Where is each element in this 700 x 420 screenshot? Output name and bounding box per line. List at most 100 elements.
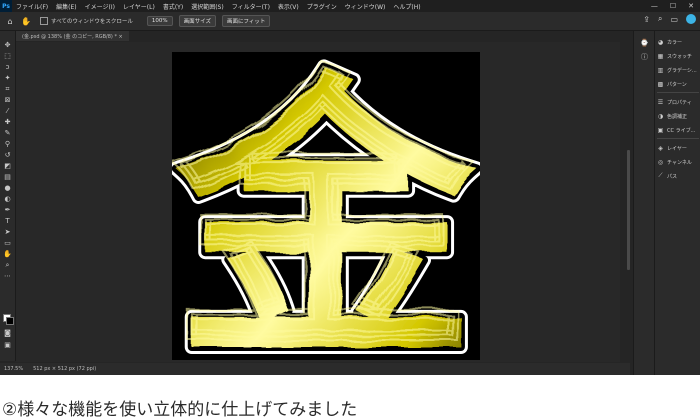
pen-tool-icon[interactable]: ✒ xyxy=(3,206,12,215)
status-bar: 137.5% 512 px × 512 px (72 ppi) xyxy=(0,363,630,375)
menu-plugins[interactable]: プラグイン xyxy=(303,2,341,11)
menu-view[interactable]: 表示(V) xyxy=(274,2,303,11)
panel-swatches[interactable]: ▦ スウォッチ xyxy=(657,51,692,61)
scroll-all-checkbox[interactable] xyxy=(40,17,48,25)
libraries-icon: ▣ xyxy=(657,126,664,134)
gradient-tool-icon[interactable]: ▤ xyxy=(3,173,12,182)
menu-select[interactable]: 選択範囲(S) xyxy=(187,2,228,11)
magic-wand-tool-icon[interactable]: ✦ xyxy=(3,74,12,83)
panel-label: CC ライブ... xyxy=(667,127,696,134)
shape-tool-icon[interactable]: ▭ xyxy=(3,239,12,248)
panels-dock: ◕ カラー ▦ スウォッチ ▥ グラデーシ... ▩ パターン ☰ プロパティ … xyxy=(654,31,700,375)
photoshop-logo: Ps xyxy=(0,0,12,12)
paths-icon: ⟋ xyxy=(658,172,663,179)
screen-mode-icon[interactable]: ▣ xyxy=(3,341,12,350)
search-icon[interactable]: ⌕ xyxy=(658,14,662,24)
panel-label: 色調補正 xyxy=(667,113,688,120)
panel-patterns[interactable]: ▩ パターン xyxy=(657,79,687,89)
options-bar: ⌂ ✋ すべてのウィンドウをスクロール 100% 画面サイズ 画面にフィット ⇪… xyxy=(0,12,700,31)
panel-channels[interactable]: ◎ チャンネル xyxy=(657,157,692,167)
move-tool-icon[interactable]: ✥ xyxy=(3,41,12,50)
workspace-icon[interactable]: ▭ xyxy=(670,15,678,24)
quick-mask-icon[interactable]: ◙ xyxy=(3,329,12,338)
background-color-swatch[interactable] xyxy=(6,317,14,325)
panel-gradients[interactable]: ▥ グラデーシ... xyxy=(657,65,697,75)
panel-paths[interactable]: ⟋ パス xyxy=(657,171,677,181)
panel-label: パス xyxy=(667,173,678,180)
fit-screen-button[interactable]: 画面サイズ xyxy=(178,15,216,27)
document-size: 512 px × 512 px (72 ppi) xyxy=(33,366,97,372)
panel-label: パターン xyxy=(667,81,687,88)
tools-panel: ✥ ⬚ ↄ ✦ ⌗ ⊠ ⁄ ✚ ✎ ⚲ ↺ ◩ ▤ ● ◐ ✒ T ➤ ▭ ✋ … xyxy=(0,31,16,361)
maximize-button[interactable]: ☐ xyxy=(670,2,676,10)
panel-divider xyxy=(657,138,699,139)
scroll-all-label: すべてのウィンドウをスクロール xyxy=(51,19,133,25)
history-brush-icon[interactable]: ↺ xyxy=(3,151,12,160)
menu-filter[interactable]: フィルター(T) xyxy=(228,2,274,11)
panel-label: プロパティ xyxy=(667,99,692,106)
share-icon[interactable]: ⇪ xyxy=(643,15,650,24)
panel-divider xyxy=(657,92,699,93)
document-tab-bar: (金.psd @ 138% (金 のコピー, RGB/8) * × xyxy=(16,31,620,41)
zoom-100-button[interactable]: 100% xyxy=(146,16,173,26)
menu-layer[interactable]: レイヤー(L) xyxy=(119,2,159,11)
panel-label: カラー xyxy=(667,39,683,46)
panel-label: グラデーシ... xyxy=(667,67,697,74)
marquee-tool-icon[interactable]: ⬚ xyxy=(3,52,12,61)
patterns-icon: ▩ xyxy=(657,80,664,88)
adjustments-icon: ◑ xyxy=(657,112,664,120)
menu-window[interactable]: ウィンドウ(W) xyxy=(341,2,390,11)
channels-icon: ◎ xyxy=(657,158,664,166)
layers-icon: ◈ xyxy=(658,144,663,152)
properties-icon: ☰ xyxy=(657,98,664,106)
brush-tool-icon[interactable]: ✎ xyxy=(3,129,12,138)
menu-image[interactable]: イメージ(I) xyxy=(81,2,119,11)
eraser-tool-icon[interactable]: ◩ xyxy=(3,162,12,171)
close-button[interactable]: ✕ xyxy=(688,2,694,10)
hand-tool-icon[interactable]: ✋ xyxy=(3,250,12,259)
info-panel-icon[interactable]: ⓘ xyxy=(640,53,649,62)
zoom-level[interactable]: 137.5% xyxy=(4,366,23,372)
panel-color[interactable]: ◕ カラー xyxy=(657,37,682,47)
hand-tool-icon[interactable]: ✋ xyxy=(20,15,32,27)
healing-brush-icon[interactable]: ✚ xyxy=(3,118,12,127)
panel-collapse-strip: ⌚ ⓘ xyxy=(633,31,654,375)
menu-type[interactable]: 書式(Y) xyxy=(159,2,187,11)
gradients-icon: ▥ xyxy=(657,66,664,74)
panel-adjustments[interactable]: ◑ 色調補正 xyxy=(657,111,687,121)
vertical-scrollbar[interactable] xyxy=(627,150,630,270)
menu-edit[interactable]: 編集(E) xyxy=(52,2,80,11)
path-selection-icon[interactable]: ➤ xyxy=(3,228,12,237)
frame-tool-icon[interactable]: ⊠ xyxy=(3,96,12,105)
photoshop-window: Ps ファイル(F) 編集(E) イメージ(I) レイヤー(L) 書式(Y) 選… xyxy=(0,0,700,375)
panel-layers[interactable]: ◈ レイヤー xyxy=(657,143,687,153)
document-tab[interactable]: (金.psd @ 138% (金 のコピー, RGB/8) * × xyxy=(16,31,129,41)
dodge-tool-icon[interactable]: ◐ xyxy=(3,195,12,204)
fill-screen-button[interactable]: 画面にフィット xyxy=(221,15,271,27)
more-tools-icon[interactable]: ⋯ xyxy=(3,272,12,281)
home-icon[interactable]: ⌂ xyxy=(4,15,16,27)
history-panel-icon[interactable]: ⌚ xyxy=(640,39,649,48)
panel-properties[interactable]: ☰ プロパティ xyxy=(657,97,692,107)
panel-libraries[interactable]: ▣ CC ライブ... xyxy=(657,125,696,135)
canvas-area[interactable]: 金 金 金 金 xyxy=(16,42,620,362)
artboard[interactable]: 金 金 金 金 xyxy=(172,52,480,360)
panel-label: レイヤー xyxy=(667,145,687,152)
blur-tool-icon[interactable]: ● xyxy=(3,184,12,193)
eyedropper-tool-icon[interactable]: ⁄ xyxy=(3,107,12,116)
minimize-button[interactable]: — xyxy=(651,2,658,10)
menu-bar: Ps ファイル(F) 編集(E) イメージ(I) レイヤー(L) 書式(Y) 選… xyxy=(0,0,700,12)
caption-text: ②様々な機能を使い立体的に仕上げてみました xyxy=(2,400,358,420)
panel-label: チャンネル xyxy=(667,159,692,166)
menu-file[interactable]: ファイル(F) xyxy=(12,2,52,11)
crop-tool-icon[interactable]: ⌗ xyxy=(3,85,12,94)
clone-stamp-icon[interactable]: ⚲ xyxy=(3,140,12,149)
swatches-icon: ▦ xyxy=(657,52,664,60)
type-tool-icon[interactable]: T xyxy=(3,217,12,226)
account-icon[interactable] xyxy=(686,14,696,24)
menu-help[interactable]: ヘルプ(H) xyxy=(389,2,424,11)
gold-kanji-artwork: 金 金 金 金 xyxy=(172,52,480,360)
zoom-tool-icon[interactable]: ⌕ xyxy=(3,261,12,270)
panel-label: スウォッチ xyxy=(667,53,693,60)
lasso-tool-icon[interactable]: ↄ xyxy=(3,63,12,72)
